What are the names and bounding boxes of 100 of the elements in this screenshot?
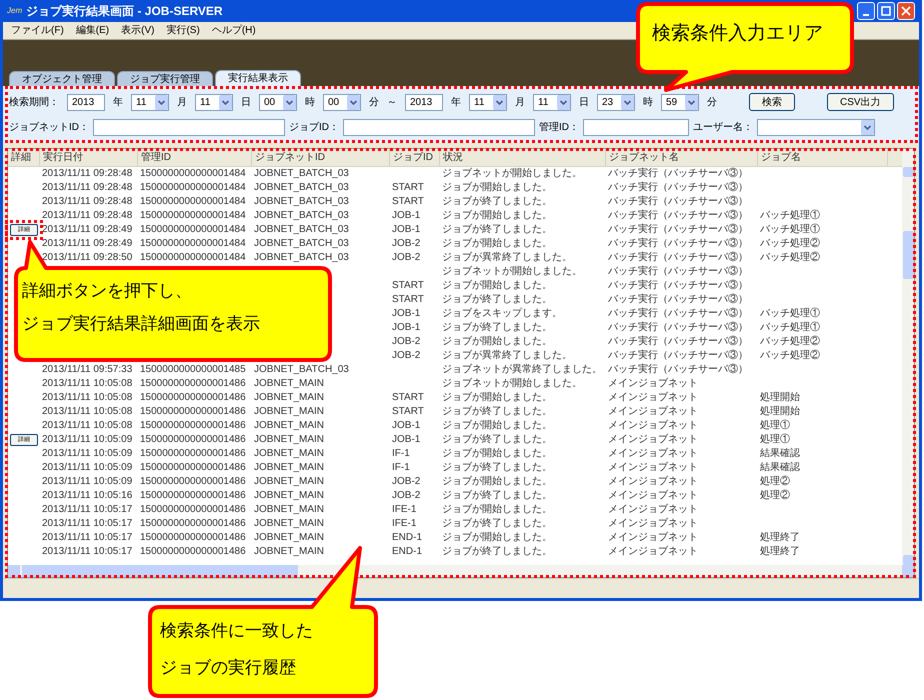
table-cell: JOB-1	[392, 210, 420, 221]
close-icon	[901, 6, 911, 16]
select-field[interactable]: 00	[259, 94, 297, 110]
field-label: 分	[707, 96, 717, 110]
table-cell: 処理開始	[760, 392, 800, 403]
input-field[interactable]	[343, 119, 535, 136]
select-field[interactable]: 11	[469, 94, 507, 110]
table-cell: ジョブが開始しました。	[442, 238, 552, 249]
table-cell: END-1	[392, 532, 422, 543]
select-field[interactable]: 11	[195, 94, 233, 110]
table-cell: 1500000000000001484	[140, 182, 246, 193]
input-field[interactable]	[583, 119, 689, 136]
table-cell: ジョブが開始しました。	[442, 420, 552, 431]
menu-item[interactable]: 編集(E)	[76, 23, 110, 38]
table-cell: 2013/11/11 09:28:48	[42, 168, 132, 179]
table-cell: バッチ処理②	[760, 252, 820, 263]
menu-item[interactable]: 実行(S)	[166, 23, 200, 38]
table-cell: 処理終了	[760, 546, 800, 557]
vertical-scrollbar[interactable]	[902, 149, 914, 565]
table-cell: 2013/11/11 10:05:08	[42, 420, 132, 431]
chevron-down-icon	[219, 94, 232, 110]
action-button[interactable]: CSV出力	[827, 93, 894, 111]
table-cell: バッチ実行（バッチサーバ③）	[608, 196, 748, 207]
table-cell: JOB-1	[392, 420, 420, 431]
action-button[interactable]: 検索	[749, 93, 795, 111]
table-cell: バッチ実行（バッチサーバ③）	[608, 210, 748, 221]
table-cell: END-1	[392, 546, 422, 557]
table-cell: 2013/11/11 09:57:33	[42, 364, 132, 375]
year-field[interactable]: 2013	[67, 94, 105, 110]
select-field[interactable]: 23	[597, 94, 635, 110]
tab[interactable]: 実行結果表示	[215, 70, 301, 86]
column-header[interactable]: ジョブネット名	[606, 149, 758, 166]
close-button[interactable]	[897, 2, 915, 20]
table-cell: ジョブが開始しました。	[442, 210, 552, 221]
table-cell: JOBNET_BATCH_03	[254, 224, 349, 235]
column-header[interactable]: 実行日付	[40, 149, 138, 166]
table-cell: バッチ処理①	[760, 224, 820, 235]
table-cell: 2013/11/11 10:05:17	[42, 518, 132, 529]
table-cell: 1500000000000001486	[140, 448, 246, 459]
field-label: ジョブネットID：	[9, 120, 89, 135]
chevron-down-icon	[861, 120, 874, 135]
column-header[interactable]: 詳細	[8, 149, 40, 166]
table-cell: ジョブが終了しました。	[442, 518, 552, 529]
select-field[interactable]: 00	[323, 94, 361, 110]
minimize-icon	[863, 14, 869, 16]
column-header[interactable]: 管理ID	[138, 149, 252, 166]
menu-item[interactable]: ファイル(F)	[11, 23, 64, 38]
table-cell: 1500000000000001484	[140, 238, 246, 249]
table-cell: 1500000000000001486	[140, 532, 246, 543]
year-field[interactable]: 2013	[405, 94, 443, 110]
column-header[interactable]: ジョブID	[390, 149, 440, 166]
select-field[interactable]: 11	[533, 94, 571, 110]
field-label: 管理ID：	[539, 121, 579, 135]
table-cell: バッチ実行（バッチサーバ③）	[608, 224, 748, 235]
maximize-button[interactable]	[877, 2, 895, 20]
minimize-button[interactable]	[857, 2, 875, 20]
table-cell: JOB-2	[392, 238, 420, 249]
field-label: 日	[579, 96, 589, 110]
table-cell: JOBNET_MAIN	[254, 532, 324, 543]
table-cell: 2013/11/11 10:05:17	[42, 546, 132, 557]
table-cell: 処理終了	[760, 532, 800, 543]
menu-item[interactable]: ヘルプ(H)	[212, 23, 256, 38]
table-cell: ジョブが開始しました。	[442, 448, 552, 459]
column-header[interactable]: ジョブネットID	[252, 149, 390, 166]
select-field[interactable]: 11	[131, 94, 169, 110]
table-cell: 2013/11/11 10:05:09	[42, 434, 132, 445]
table-cell: IF-1	[392, 448, 410, 459]
chevron-down-icon	[347, 94, 360, 110]
menu-item[interactable]: 表示(V)	[121, 23, 154, 38]
tab[interactable]: ジョブ実行管理	[117, 71, 213, 86]
tab[interactable]: オブジェクト管理	[9, 71, 115, 86]
table-cell: 結果確認	[760, 462, 800, 473]
horizontal-scrollbar[interactable]	[8, 565, 914, 577]
table-cell: IFE-1	[392, 518, 416, 529]
column-header[interactable]: 状況	[440, 149, 606, 166]
field-label: ジョブID：	[289, 120, 339, 135]
table-cell: JOBNET_MAIN	[254, 476, 324, 487]
table-cell: IFE-1	[392, 504, 416, 515]
field-label: 日	[241, 96, 251, 110]
callout-text: 詳細ボタンを押下し、	[22, 280, 193, 302]
column-header[interactable]: ジョブ名	[758, 149, 888, 166]
select-field[interactable]	[757, 119, 875, 136]
table-cell: JOBNET_BATCH_03	[254, 252, 349, 263]
table-cell: バッチ処理①	[760, 210, 820, 221]
table-cell: 1500000000000001486	[140, 462, 246, 473]
table-cell: ジョブをスキップします。	[442, 308, 562, 319]
table-cell: ジョブが開始しました。	[442, 336, 552, 347]
table-cell: JOB-2	[392, 336, 420, 347]
table-cell: IF-1	[392, 462, 410, 473]
table-cell: メインジョブネット	[608, 546, 698, 557]
table-cell: JOB-1	[392, 434, 420, 445]
input-field[interactable]	[93, 119, 285, 136]
table-cell: メインジョブネット	[608, 434, 698, 445]
table-cell: メインジョブネット	[608, 406, 698, 417]
field-label: 時	[643, 96, 653, 110]
callout-text: 検索条件入力エリア	[652, 22, 823, 46]
chevron-down-icon	[283, 94, 296, 110]
table-cell: メインジョブネット	[608, 462, 698, 473]
table-cell: 2013/11/11 09:28:48	[42, 196, 132, 207]
select-field[interactable]: 59	[661, 94, 699, 110]
